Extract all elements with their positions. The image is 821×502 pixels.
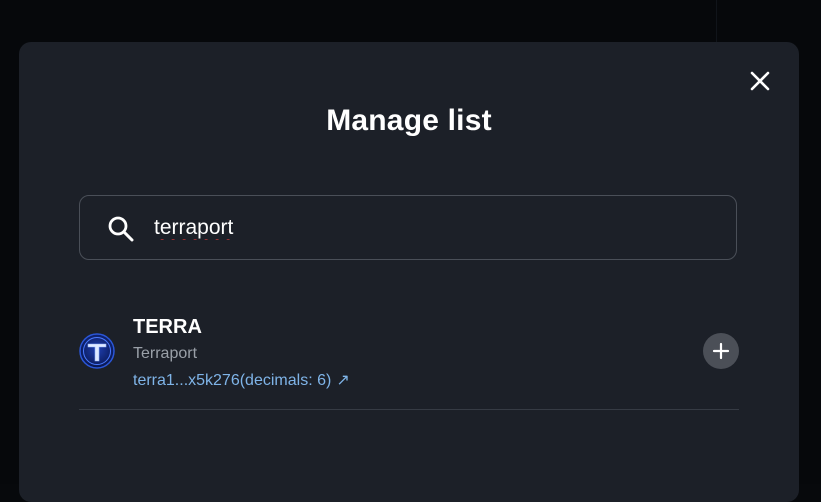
modal-title: Manage list	[326, 104, 492, 137]
search-input[interactable]	[154, 213, 714, 243]
backdrop-divider	[716, 0, 717, 42]
token-address-text: terra1...x5k276(decimals: 6)	[133, 372, 332, 389]
close-button[interactable]	[747, 68, 773, 94]
close-icon	[750, 71, 770, 91]
search-icon	[108, 216, 134, 242]
external-link-arrow-icon: ↗	[336, 372, 350, 389]
add-token-button[interactable]	[703, 333, 739, 369]
token-symbol: TERRA	[133, 316, 202, 338]
token-list-item: TERRA Terraport terra1...x5k276(decimals…	[79, 308, 739, 410]
token-address-link[interactable]: terra1...x5k276(decimals: 6) ↗	[133, 370, 350, 390]
plus-icon	[712, 342, 730, 360]
manage-list-modal: Manage list TERRA Terraport terra1...x5k…	[19, 42, 799, 502]
search-box[interactable]	[79, 195, 737, 260]
terraport-logo-icon	[79, 333, 115, 369]
token-name: Terraport	[133, 345, 198, 362]
